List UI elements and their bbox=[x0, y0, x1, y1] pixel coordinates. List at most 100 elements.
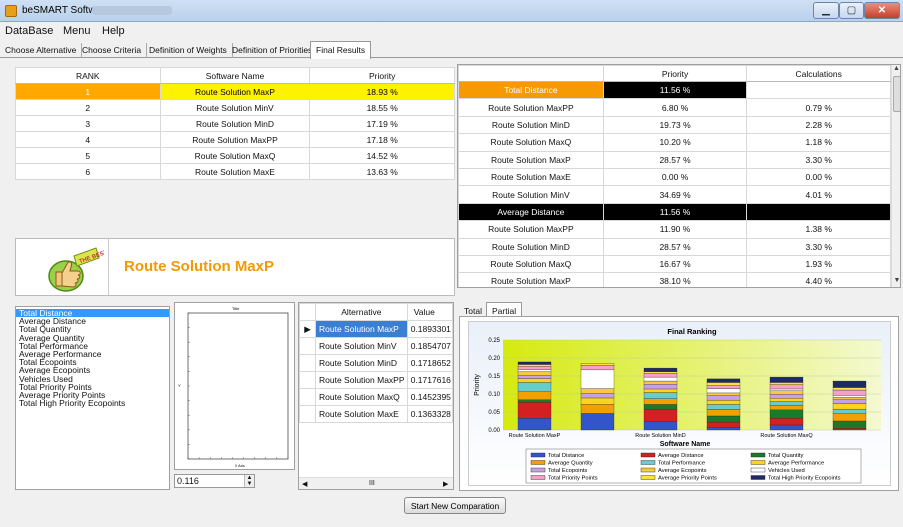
calc-cell-lbl[interactable]: Route Solution MaxE bbox=[458, 167, 604, 187]
calc-priority-header[interactable]: Priority bbox=[602, 65, 748, 82]
tab-choose-criteria[interactable]: Choose Criteria bbox=[77, 43, 148, 58]
alternative-row[interactable]: ▶ Route Solution MaxP 0.1893301 bbox=[299, 320, 454, 338]
calculation-row[interactable]: Route Solution MinD 19.73 % 2.28 % bbox=[458, 115, 891, 135]
alternative-value-cell[interactable]: 0.1452395 bbox=[406, 388, 454, 406]
calculation-row[interactable]: Route Solution MaxPP 11.90 % 1.38 % bbox=[458, 220, 891, 239]
alternative-row[interactable]: Route Solution MaxPP 0.1717616 bbox=[299, 371, 454, 389]
scroll-thumb-grip[interactable]: III bbox=[369, 480, 375, 487]
ranking-cell-rank[interactable]: 3 bbox=[15, 115, 161, 132]
spin-arrows-icon[interactable]: ▲ ▼ bbox=[244, 475, 254, 487]
ranking-cell-prio[interactable]: 17.18 % bbox=[309, 131, 455, 148]
scroll-down-icon[interactable]: ▼ bbox=[892, 277, 900, 287]
ranking-cell-name[interactable]: Route Solution MaxQ bbox=[159, 147, 311, 164]
alternative-name-cell[interactable]: Route Solution MaxE bbox=[315, 405, 408, 423]
alternative-value-cell[interactable]: 0.1717616 bbox=[406, 371, 454, 389]
alternative-value-cell[interactable]: 0.1363328 bbox=[406, 405, 454, 423]
calc-cell-val[interactable]: 38.10 % bbox=[602, 272, 748, 287]
calc-cell-val[interactable]: 11.56 % bbox=[602, 202, 748, 222]
row-header-cell[interactable] bbox=[299, 388, 316, 406]
calc-cell-lbl[interactable]: Route Solution MaxPP bbox=[458, 220, 604, 239]
criteria-list-item[interactable]: Total High Priority Ecopoints bbox=[16, 399, 169, 408]
scroll-thumb[interactable] bbox=[893, 76, 900, 112]
alternative-row[interactable]: Route Solution MaxE 0.1363328 bbox=[299, 405, 454, 423]
alternative-row[interactable]: Route Solution MaxQ 0.1452395 bbox=[299, 388, 454, 406]
ranking-cell-rank[interactable]: 4 bbox=[15, 131, 161, 148]
calc-cell-calc[interactable]: 1.93 % bbox=[746, 254, 891, 274]
alternatives-hscrollbar[interactable]: ◀ III ▶ bbox=[299, 477, 453, 489]
ranking-cell-rank[interactable]: 2 bbox=[15, 99, 161, 116]
calc-cell-val[interactable]: 6.80 % bbox=[602, 98, 748, 117]
ranking-cell-rank[interactable]: 5 bbox=[15, 147, 161, 164]
tab-definition-of-weights[interactable]: Definition of Weights bbox=[144, 43, 233, 58]
calculation-row[interactable]: Route Solution MaxPP 6.80 % 0.79 % bbox=[458, 98, 891, 117]
calc-cell-lbl[interactable]: Total Distance bbox=[458, 80, 604, 100]
alternative-row[interactable]: Route Solution MinD 0.1718652 bbox=[299, 354, 454, 372]
ranking-row[interactable]: 6 Route Solution MaxE 13.63 % bbox=[15, 163, 455, 180]
calculation-row[interactable]: Route Solution MaxQ 16.67 % 1.93 % bbox=[458, 254, 891, 274]
calc-cell-val[interactable]: 11.90 % bbox=[602, 220, 748, 239]
alternative-value-cell[interactable]: 0.1718652 bbox=[406, 354, 454, 372]
calc-cell-calc[interactable]: 0.79 % bbox=[746, 98, 891, 117]
calc-cell-val[interactable]: 10.20 % bbox=[602, 133, 748, 152]
alternative-value-cell[interactable]: 0.1854707 bbox=[406, 337, 454, 355]
maximize-button[interactable]: ▢ bbox=[839, 2, 864, 19]
ranking-cell-prio[interactable]: 17.19 % bbox=[309, 115, 455, 132]
calc-cell-val[interactable]: 28.57 % bbox=[602, 237, 748, 256]
calc-cell-calc[interactable]: 1.38 % bbox=[746, 220, 891, 239]
row-header-cell[interactable] bbox=[299, 405, 316, 423]
calc-cell-val[interactable]: 34.69 % bbox=[602, 185, 748, 204]
calc-cell-calc[interactable]: 1.18 % bbox=[746, 133, 891, 152]
current-row-icon[interactable]: ▶ bbox=[299, 320, 316, 338]
tab-definition-of-priorities[interactable]: Definition of Priorities bbox=[227, 43, 319, 58]
calc-cell-lbl[interactable]: Route Solution MaxP bbox=[458, 150, 604, 169]
tab-partial[interactable]: Partial bbox=[486, 302, 523, 317]
calc-cell-lbl[interactable]: Average Distance bbox=[458, 202, 604, 222]
alternative-row[interactable]: Route Solution MinV 0.1854707 bbox=[299, 337, 454, 355]
menu-menu[interactable]: Menu bbox=[63, 25, 91, 37]
alternative-name-cell[interactable]: Route Solution MaxP bbox=[315, 320, 408, 338]
ranking-cell-name[interactable]: Route Solution MaxPP bbox=[159, 131, 311, 148]
software-name-header[interactable]: Software Name bbox=[159, 67, 311, 84]
alternative-name-cell[interactable]: Route Solution MinD bbox=[315, 354, 408, 372]
ranking-cell-rank[interactable]: 6 bbox=[15, 163, 161, 180]
alternative-header[interactable]: Alternative bbox=[315, 303, 408, 321]
minimize-button[interactable]: ▁ bbox=[813, 2, 839, 19]
alternative-value-cell[interactable]: 0.1893301 bbox=[406, 320, 454, 338]
ranking-cell-name[interactable]: Route Solution MaxP bbox=[159, 83, 311, 100]
calc-cell-lbl[interactable]: Route Solution MaxP bbox=[458, 272, 604, 287]
ranking-row[interactable]: 3 Route Solution MinD 17.19 % bbox=[15, 115, 455, 132]
tab-choose-alternative[interactable]: Choose Alternative bbox=[0, 43, 83, 58]
ranking-cell-name[interactable]: Route Solution MaxE bbox=[159, 163, 311, 180]
calculation-row[interactable]: Route Solution MaxP 28.57 % 3.30 % bbox=[458, 150, 891, 169]
ranking-row[interactable]: 4 Route Solution MaxPP 17.18 % bbox=[15, 131, 455, 148]
calc-cell-calc[interactable]: 3.30 % bbox=[746, 237, 891, 256]
calc-cell-calc[interactable]: 0.00 % bbox=[746, 167, 891, 187]
value-spin-input[interactable]: 0.116 ▲ ▼ bbox=[174, 474, 255, 488]
calc-cell-calc[interactable] bbox=[746, 80, 891, 100]
alternative-name-cell[interactable]: Route Solution MinV bbox=[315, 337, 408, 355]
calc-cell-lbl[interactable]: Route Solution MaxQ bbox=[458, 254, 604, 274]
criterion-header-row[interactable]: Average Distance 11.56 % bbox=[458, 202, 891, 222]
ranking-cell-rank[interactable]: 1 bbox=[15, 83, 161, 100]
calc-cell-calc[interactable]: 3.30 % bbox=[746, 150, 891, 169]
menu-help[interactable]: Help bbox=[102, 25, 125, 37]
scroll-left-icon[interactable]: ◀ bbox=[302, 480, 307, 488]
calc-label-header[interactable] bbox=[458, 65, 604, 82]
ranking-cell-name[interactable]: Route Solution MinV bbox=[159, 99, 311, 116]
calc-cell-lbl[interactable]: Route Solution MinD bbox=[458, 237, 604, 256]
close-button[interactable]: ✕ bbox=[864, 2, 900, 19]
ranking-cell-name[interactable]: Route Solution MinD bbox=[159, 115, 311, 132]
calculation-row[interactable]: Route Solution MaxQ 10.20 % 1.18 % bbox=[458, 133, 891, 152]
row-header-cell[interactable] bbox=[299, 371, 316, 389]
calc-cell-lbl[interactable]: Route Solution MinV bbox=[458, 185, 604, 204]
criterion-header-row[interactable]: Total Distance 11.56 % bbox=[458, 80, 891, 100]
calc-cell-lbl[interactable]: Route Solution MaxPP bbox=[458, 98, 604, 117]
calc-cell-val[interactable]: 0.00 % bbox=[602, 167, 748, 187]
ranking-cell-prio[interactable]: 18.55 % bbox=[309, 99, 455, 116]
alternative-name-cell[interactable]: Route Solution MaxPP bbox=[315, 371, 408, 389]
ranking-cell-prio[interactable]: 14.52 % bbox=[309, 147, 455, 164]
menu-database[interactable]: DataBase bbox=[5, 25, 53, 37]
scroll-right-icon[interactable]: ▶ bbox=[443, 480, 448, 488]
criteria-listbox[interactable]: Total Distance Average Distance Total Quan… bbox=[15, 306, 170, 490]
calculation-row[interactable]: Route Solution MaxE 0.00 % 0.00 % bbox=[458, 167, 891, 187]
